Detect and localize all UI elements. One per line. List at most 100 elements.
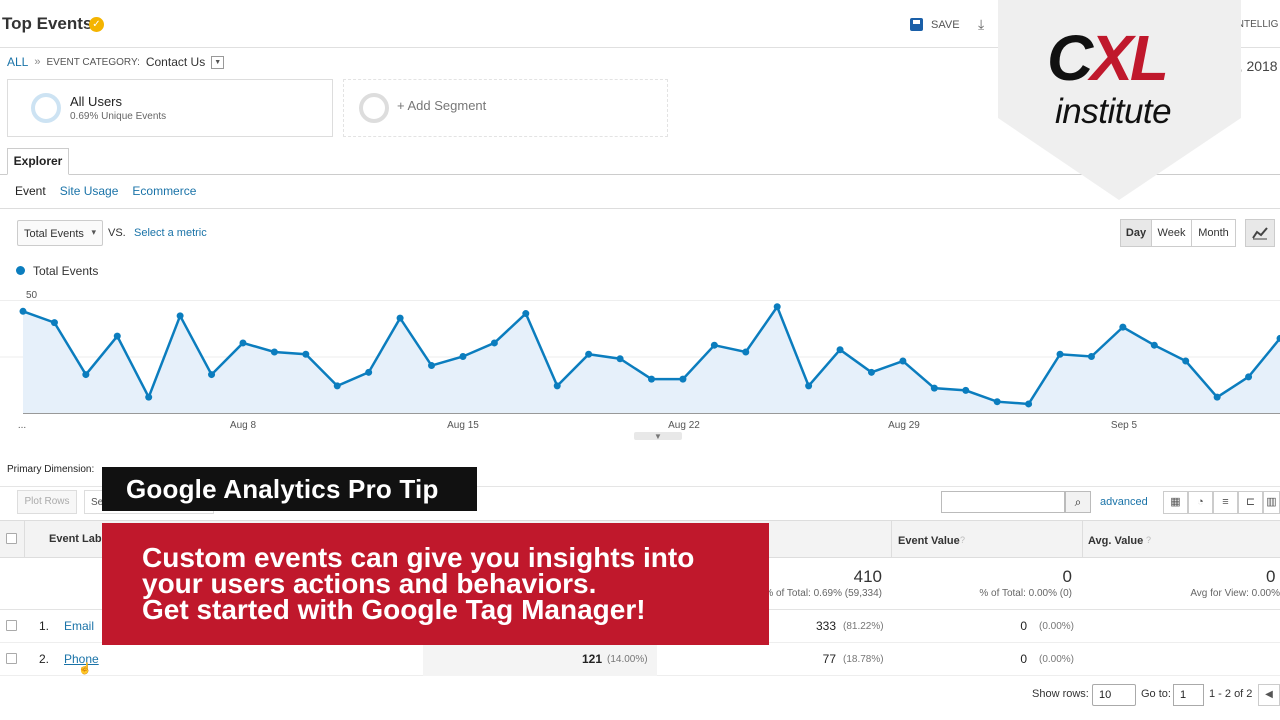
data-point	[1213, 393, 1221, 401]
row-total-events-pct: (18.78%)	[843, 654, 884, 665]
go-to-input[interactable]: 1	[1173, 684, 1204, 706]
row-event-value-pct: (0.00%)	[1039, 621, 1075, 632]
month-button[interactable]: Month	[1191, 219, 1236, 247]
data-point	[648, 375, 655, 383]
row-checkbox[interactable]	[6, 620, 17, 631]
message-line: Get started with Google Tag Manager!	[142, 594, 646, 625]
subtab-event[interactable]: Event	[15, 184, 46, 198]
column-header-event-value[interactable]: Event Value	[898, 535, 960, 547]
data-point	[1119, 323, 1127, 331]
x-tick-label: Aug 8	[230, 420, 257, 431]
data-point	[805, 382, 813, 390]
segment-all-users[interactable]: All Users 0.69% Unique Events	[7, 79, 333, 137]
help-icon[interactable]: ?	[960, 535, 965, 545]
day-button[interactable]: Day	[1120, 219, 1152, 247]
x-tick-label: Aug 29	[888, 420, 920, 431]
pie-view-icon[interactable]: ◔	[1188, 491, 1213, 514]
event-value-total-sub: % of Total: 0.00% (0)	[979, 588, 1072, 599]
advanced-filter-link[interactable]: advanced	[1100, 496, 1148, 508]
data-point	[710, 341, 718, 349]
subtab-site-usage[interactable]: Site Usage	[60, 184, 119, 198]
tab-explorer[interactable]: Explorer	[7, 148, 69, 175]
data-point	[270, 348, 278, 356]
select-all-checkbox[interactable]	[6, 533, 17, 544]
row-event-value: 0	[1020, 652, 1027, 666]
legend-marker	[16, 266, 25, 275]
divider	[0, 208, 1280, 209]
row-total-events: 333	[815, 619, 836, 633]
data-point	[19, 307, 27, 315]
x-tick-label: ...	[18, 420, 26, 431]
verified-badge-icon: ✓	[89, 17, 104, 32]
data-point	[82, 371, 90, 379]
pivot-view-icon[interactable]: ▥	[1263, 491, 1280, 514]
vs-label: VS.	[108, 227, 126, 239]
data-point	[1245, 373, 1253, 381]
segment-name: All Users	[70, 94, 123, 109]
data-point	[176, 312, 184, 320]
legend-label: Total Events	[33, 264, 99, 278]
row-event-value: 0	[1020, 619, 1027, 633]
data-point	[208, 371, 216, 379]
explorer-subtabs: Event Site Usage Ecommerce	[15, 184, 196, 198]
save-button[interactable]: SAVE	[910, 18, 960, 31]
column-header-avg-value[interactable]: Avg. Value	[1088, 535, 1143, 547]
data-point	[1025, 400, 1033, 408]
chevron-left-icon[interactable]: ◀	[1258, 684, 1280, 706]
export-icon[interactable]: ⤓	[978, 16, 984, 33]
segment-subtitle: 0.69% Unique Events	[70, 111, 167, 122]
data-point	[490, 339, 498, 347]
go-to-label: Go to:	[1141, 688, 1171, 700]
add-segment-label: + Add Segment	[397, 98, 487, 113]
table-search-input[interactable]	[941, 491, 1065, 513]
plot-rows-button[interactable]: Plot Rows	[17, 490, 77, 514]
data-point	[239, 339, 247, 347]
show-rows-select[interactable]: 10	[1092, 684, 1136, 706]
data-point	[585, 350, 593, 358]
select-metric-link[interactable]: Select a metric	[134, 227, 207, 239]
help-icon[interactable]: ?	[1146, 535, 1151, 545]
subtab-ecommerce[interactable]: Ecommerce	[132, 184, 196, 198]
floppy-disk-icon	[910, 18, 923, 31]
total-events-total: 410	[853, 567, 882, 586]
breadcrumb: ALL » EVENT CATEGORY: Contact Us ▼	[7, 55, 225, 69]
page-title: Top Events	[2, 14, 93, 33]
data-point	[553, 382, 561, 390]
data-point	[365, 368, 373, 376]
data-point	[302, 350, 310, 358]
event-value-total: 0	[1062, 567, 1072, 586]
primary-dimension-label: Primary Dimension:	[7, 464, 95, 475]
y-tick-label: 50	[26, 290, 38, 301]
breadcrumb-all-link[interactable]: ALL	[7, 55, 28, 69]
data-point	[1150, 341, 1158, 349]
line-chart-icon[interactable]	[1245, 219, 1275, 247]
row-label-link[interactable]: Email	[64, 619, 94, 633]
row-total-events-pct: (81.22%)	[843, 621, 884, 632]
performance-view-icon[interactable]: ≡	[1213, 491, 1238, 514]
x-tick-label: Aug 15	[447, 420, 479, 431]
pro-tip-title: Google Analytics Pro Tip	[126, 474, 439, 504]
week-button[interactable]: Week	[1151, 219, 1192, 247]
data-point	[616, 355, 624, 363]
data-point	[459, 353, 467, 360]
avg-value-total: 0	[1266, 567, 1276, 586]
breadcrumb-category-value: Contact Us	[145, 55, 206, 69]
cxl-logo-c: C	[1047, 22, 1093, 94]
data-point	[145, 393, 153, 401]
metric-select[interactable]: Total Events	[17, 220, 103, 246]
data-point	[993, 398, 1001, 406]
chevron-down-icon[interactable]: ▼	[211, 55, 225, 69]
data-point	[899, 357, 907, 365]
row-unique-events: 121	[581, 652, 602, 666]
total-events-chart: 5025...Aug 8Aug 15Aug 22Aug 29Sep 5▼	[0, 290, 1280, 440]
data-point	[396, 314, 404, 322]
search-icon[interactable]: ⌕	[1065, 491, 1091, 513]
save-label: SAVE	[931, 18, 960, 31]
row-checkbox[interactable]	[6, 653, 17, 664]
table-view-icon[interactable]: ▦	[1163, 491, 1188, 514]
pagination-text: 1 - 2 of 2	[1209, 688, 1253, 700]
data-point	[428, 362, 436, 370]
row-total-events: 77	[822, 652, 836, 666]
add-segment-button[interactable]: + Add Segment	[343, 79, 668, 137]
comparison-view-icon[interactable]: ⊏	[1238, 491, 1263, 514]
